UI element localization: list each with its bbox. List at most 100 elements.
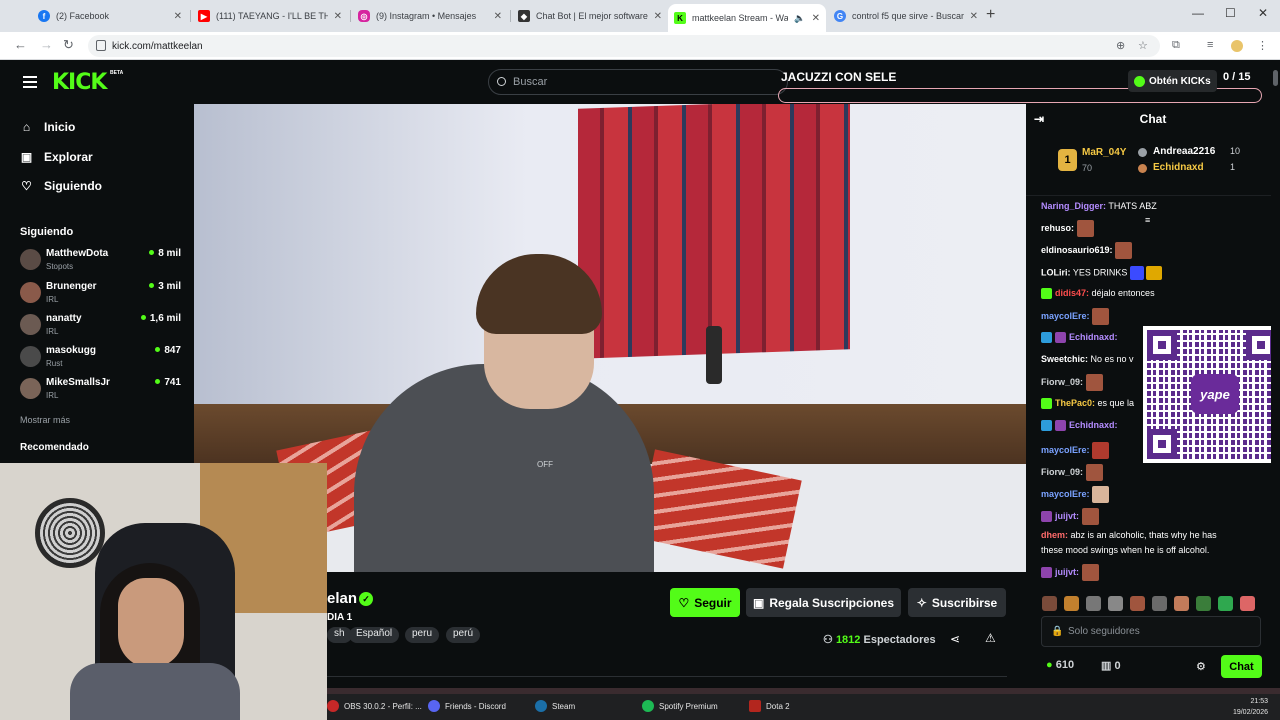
close-icon[interactable]: ✕: [970, 11, 978, 22]
badge-icon: [1055, 420, 1066, 432]
tab-google[interactable]: G control f5 que sirve - Buscar co ✕: [828, 4, 984, 28]
zoom-icon[interactable]: ⊕: [1116, 39, 1125, 52]
followed-channel[interactable]: MikeSmallsJr IRL 741: [20, 375, 184, 405]
emote-icon[interactable]: [1086, 596, 1101, 611]
gift-subs-button[interactable]: ▣ Regala Suscripciones: [746, 588, 901, 617]
profile-avatar[interactable]: [1231, 40, 1243, 52]
minimize-icon[interactable]: —: [1192, 6, 1204, 20]
chat-settings-icon[interactable]: ⚙: [1196, 660, 1206, 673]
collapse-chat-icon[interactable]: ⇥: [1034, 112, 1044, 126]
divider: [327, 676, 1007, 677]
video-scene-lamp: [706, 326, 722, 384]
speaker-icon[interactable]: 🔈: [794, 13, 805, 24]
leaderboard-name[interactable]: Andreaa2216: [1153, 146, 1215, 157]
avatar: [20, 378, 41, 399]
taskbar-item-steam[interactable]: Steam: [535, 700, 575, 712]
chat-message: dhem: abz is an alcoholic, thats why he …: [1041, 530, 1217, 540]
kick-logo[interactable]: KICK: [52, 70, 107, 95]
stream-tag[interactable]: sh: [327, 627, 352, 643]
qr-code-overlay: yape: [1143, 326, 1280, 463]
browser-tab-strip: f (2) Facebook ✕ ▶ (111) TAEYANG - I'LL …: [0, 0, 1280, 32]
emote-icon[interactable]: [1240, 596, 1255, 611]
reload-icon[interactable]: ↻: [63, 37, 74, 53]
tab-kick-active[interactable]: K mattkeelan Stream - Watch 🔈 ✕: [668, 4, 826, 32]
tab-youtube[interactable]: ▶ (111) TAEYANG - I'LL BE THERE ✕: [192, 4, 348, 28]
emote-icon[interactable]: [1130, 596, 1145, 611]
instagram-icon: ◎: [358, 10, 370, 22]
follow-button[interactable]: ♡ Seguir: [670, 588, 740, 617]
followed-channel[interactable]: masokugg Rust 847: [20, 343, 184, 373]
emote-icon: [1076, 220, 1094, 237]
search-icon: [497, 77, 506, 86]
chat-input[interactable]: 🔒 Solo seguidores: [1041, 616, 1261, 647]
forward-icon[interactable]: →: [40, 37, 53, 52]
emote-icon[interactable]: [1064, 596, 1079, 611]
new-tab-button[interactable]: +: [986, 6, 995, 24]
chat-message: rehuso:: [1041, 220, 1094, 237]
kicks-balance[interactable]: ● 610: [1046, 659, 1074, 671]
emote-icon[interactable]: [1042, 596, 1057, 611]
stream-tag[interactable]: perú: [446, 627, 481, 643]
site-info-icon[interactable]: [96, 40, 106, 51]
extensions-icon[interactable]: ⧉: [1172, 39, 1180, 52]
get-kicks-button[interactable]: Obtén KICKs: [1128, 70, 1217, 92]
bookmark-star-icon[interactable]: ☆: [1138, 39, 1148, 52]
close-icon[interactable]: ✕: [494, 11, 502, 22]
share-icon[interactable]: ⋖: [950, 632, 960, 646]
viewer-count: 847: [155, 345, 181, 356]
show-more-link[interactable]: Mostrar más: [20, 415, 70, 425]
tab-facebook[interactable]: f (2) Facebook ✕: [32, 4, 188, 28]
stream-tag[interactable]: Español: [349, 627, 400, 643]
sidebar-item-explorar[interactable]: ▣ Explorar: [20, 150, 93, 164]
emote-icon[interactable]: [1218, 596, 1233, 611]
filter-icon[interactable]: ≡: [1145, 215, 1150, 225]
avatar: [20, 346, 41, 367]
sidebar-item-label: Inicio: [44, 120, 76, 134]
close-icon[interactable]: ✕: [812, 13, 820, 24]
media-icon[interactable]: ≡: [1207, 39, 1213, 51]
leaderboard-name[interactable]: MaR_04Y: [1082, 147, 1126, 158]
page-scrollbar[interactable]: [1271, 60, 1280, 688]
store-icon: ▥: [1101, 660, 1112, 672]
kick-icon: K: [674, 12, 686, 24]
sidebar-item-siguiendo[interactable]: ♡ Siguiendo: [20, 179, 102, 193]
sidebar-item-inicio[interactable]: ⌂ Inicio: [20, 120, 75, 134]
followed-channel[interactable]: Brunenger IRL 3 mil: [20, 279, 184, 309]
tab-chatbot[interactable]: ◆ Chat Bot | El mejor software pa ✕: [512, 4, 668, 28]
taskbar-item-spotify[interactable]: Spotify Premium: [642, 700, 718, 712]
emote-icon: [1092, 486, 1110, 503]
tab-instagram[interactable]: ◎ (9) Instagram • Mensajes ✕: [352, 4, 508, 28]
taskbar-item-obs[interactable]: OBS 30.0.2 - Perfil: ...: [327, 700, 422, 712]
subscribe-button[interactable]: ✧ Suscribirse: [908, 588, 1006, 617]
close-icon[interactable]: ✕: [174, 11, 182, 22]
emote-icon[interactable]: [1152, 596, 1167, 611]
close-icon[interactable]: ✕: [654, 11, 662, 22]
maximize-icon[interactable]: ☐: [1225, 6, 1236, 20]
emote-icon[interactable]: [1196, 596, 1211, 611]
emote-icon: [1081, 564, 1099, 581]
hamburger-menu-icon[interactable]: [23, 76, 37, 88]
search-input[interactable]: Buscar: [488, 69, 788, 95]
more-menu-icon[interactable]: ⋮: [1257, 39, 1268, 52]
followed-channel[interactable]: MatthewDota Stopots 8 mil: [20, 246, 184, 276]
taskbar-item-dota[interactable]: Dota 2: [749, 700, 790, 712]
report-icon[interactable]: ⚠: [985, 631, 996, 645]
kicks-icon: [1134, 75, 1145, 87]
emote-icon[interactable]: [1174, 596, 1189, 611]
stream-tag[interactable]: peru: [405, 627, 440, 643]
leaderboard-name[interactable]: Echidnaxd: [1153, 162, 1204, 173]
sparkle-icon: ✧: [916, 595, 927, 610]
channel-name[interactable]: elan: [327, 590, 357, 607]
scrollbar-thumb[interactable]: [1273, 70, 1278, 86]
taskbar-item-discord[interactable]: Friends - Discord: [428, 700, 506, 712]
followed-channel[interactable]: nanatty IRL 1,6 mil: [20, 311, 184, 341]
explore-icon: ▣: [20, 149, 33, 164]
send-chat-button[interactable]: Chat: [1221, 655, 1262, 678]
window-close-icon[interactable]: ✕: [1258, 6, 1268, 20]
close-icon[interactable]: ✕: [334, 11, 342, 22]
emote-icon[interactable]: [1108, 596, 1123, 611]
address-bar[interactable]: kick.com/mattkeelan: [88, 35, 1160, 57]
back-icon[interactable]: ←: [14, 37, 27, 52]
store-balance[interactable]: ▥ 0: [1101, 659, 1121, 672]
system-clock[interactable]: 21:53 19/02/2026: [1233, 696, 1268, 718]
